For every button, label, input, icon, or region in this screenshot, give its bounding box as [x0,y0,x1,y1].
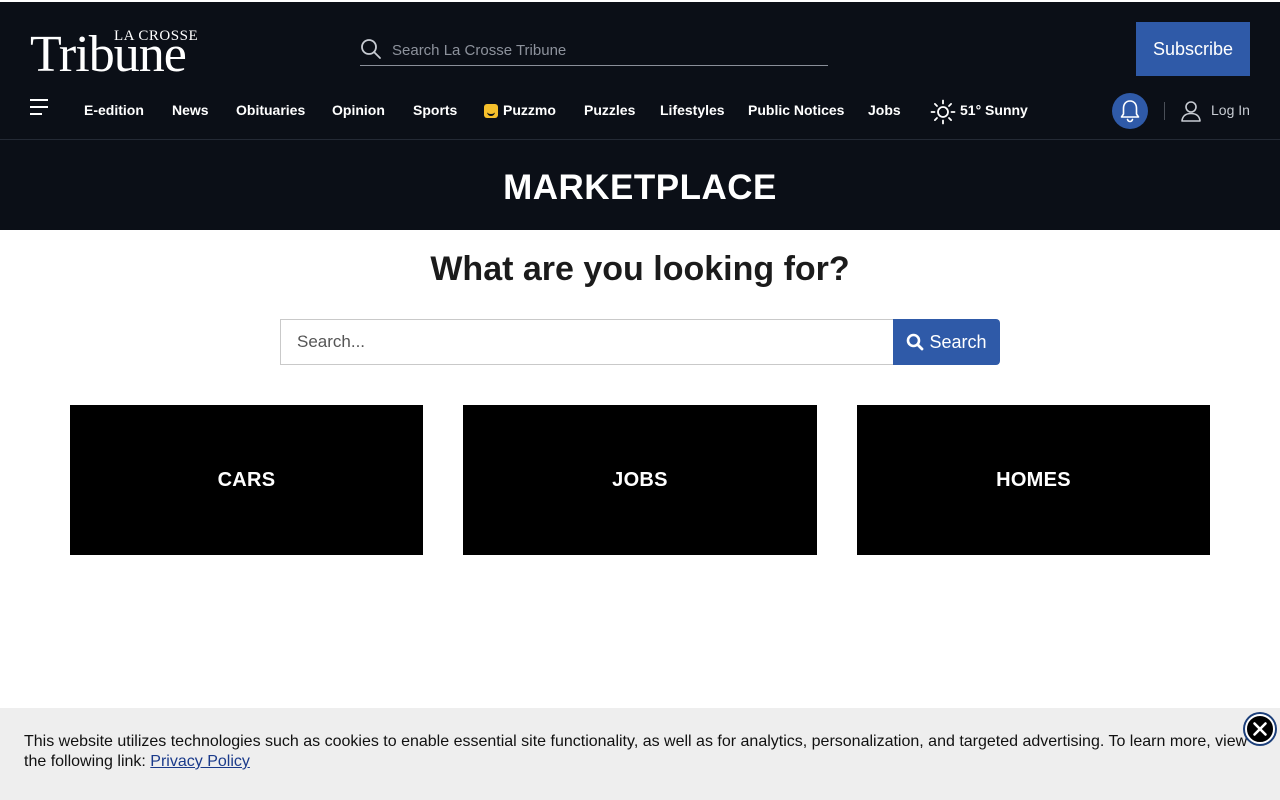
nav-divider [1164,102,1165,120]
tile-homes[interactable]: HOMES [857,405,1210,555]
search-icon [907,333,924,351]
notifications-button[interactable] [1112,93,1148,129]
search-icon[interactable] [360,38,382,60]
close-icon [1245,714,1275,744]
site-search-input[interactable] [392,38,812,62]
weather-readout[interactable]: 51° Sunny [960,102,1028,118]
tile-label: CARS [217,468,276,491]
nav-item-news[interactable]: News [172,102,209,118]
nav-item-lifestyles[interactable]: Lifestyles [660,102,725,118]
nav-item-e-edition[interactable]: E-edition [84,102,144,118]
site-search-bar [360,34,828,66]
subscribe-button[interactable]: Subscribe [1136,22,1250,76]
marketplace-search-button[interactable]: Search [893,319,1000,365]
marketplace-search-input[interactable] [280,319,893,365]
login-link[interactable]: Log In [1211,102,1250,118]
nav-item-public-notices[interactable]: Public Notices [748,102,844,118]
nav-item-obituaries[interactable]: Obituaries [236,102,305,118]
nav-item-jobs[interactable]: Jobs [868,102,901,118]
main-nav: E-edition News Obituaries Opinion Sports… [0,90,1280,132]
privacy-policy-link[interactable]: Privacy Policy [150,753,250,770]
search-heading: What are you looking for? [430,250,850,288]
search-button-label: Search [929,331,987,352]
tile-label: HOMES [996,468,1071,491]
header-divider [0,139,1280,140]
nav-item-sports[interactable]: Sports [413,102,457,118]
sun-icon [930,99,956,125]
nav-item-puzzles[interactable]: Puzzles [584,102,635,118]
bell-icon [1120,100,1140,123]
user-icon[interactable] [1180,100,1202,122]
top-border [0,0,1280,2]
cookie-close-button[interactable] [1243,712,1277,746]
menu-icon[interactable] [30,99,50,117]
logo-wordmark: Tribune [30,26,187,83]
tile-jobs[interactable]: JOBS [463,405,817,555]
page-title: MARKETPLACE [503,168,777,207]
puzzmo-icon [484,104,498,118]
nav-item-puzzmo[interactable]: Puzzmo [503,102,556,118]
site-logo[interactable]: LA CROSSE Tribune [30,26,220,83]
cookie-banner: This website utilizes technologies such … [0,708,1280,800]
nav-item-opinion[interactable]: Opinion [332,102,385,118]
tile-label: JOBS [612,468,668,491]
site-header: LA CROSSE Tribune Subscribe E-edition Ne… [0,0,1280,230]
tile-cars[interactable]: CARS [70,405,423,555]
cookie-message: This website utilizes technologies such … [24,732,1264,772]
